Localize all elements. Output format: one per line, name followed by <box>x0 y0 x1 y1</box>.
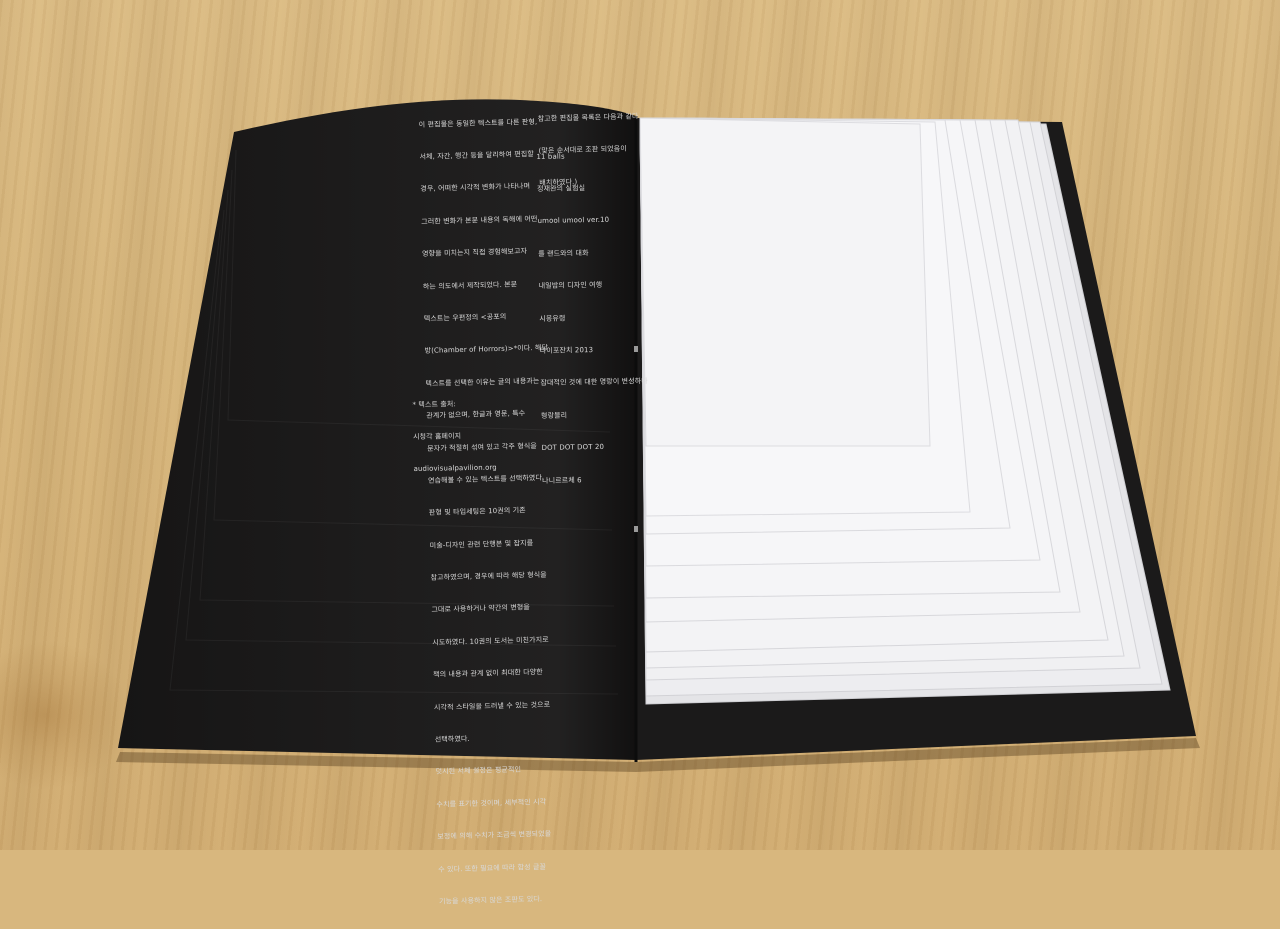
list-item: umool umool ver.10 <box>537 216 610 226</box>
photo-scene: 이 편집물은 동일한 텍스트를 다른 판형, 서체, 자간, 행간 등을 달리하… <box>0 0 1280 906</box>
list-item: 내일밤의 디자인 여행 <box>538 281 603 291</box>
list-item: 타이포잔치 2013 <box>539 345 594 355</box>
body-line: 영향을 미치는지 직접 경험해보고자 <box>421 247 528 259</box>
source-line: * 텍스트 출처: <box>412 399 456 409</box>
body-line: 시도하였다. 10권의 도서는 미친가지로 <box>432 635 549 647</box>
body-line: 그대로 사용하거나 약간의 변형을 <box>431 603 531 615</box>
body-line: 수치를 표기한 것이며, 세부적인 시각 <box>436 797 547 809</box>
list-item: DOT DOT DOT 20 <box>541 442 605 453</box>
body-line: 기능을 사용하지 않은 조판도 있다. <box>438 894 543 906</box>
body-line: 참고하였으며, 경우에 따라 해당 형식을 <box>430 570 547 582</box>
list-item: 잡대적인 것에 대한 명랑이 변성하다 <box>540 377 648 388</box>
list-item: 시몽유령 <box>539 314 566 323</box>
list-item: 나니르르체 6 <box>542 475 582 485</box>
source-line: 시청각 홈페이지 <box>412 432 462 441</box>
body-line: 판형 및 타입세팅은 10권의 기존 <box>428 506 526 518</box>
body-line: 텍스트는 우편정의 <공포의 <box>423 312 507 323</box>
source-line: audiovisualpavilion.org <box>413 463 497 474</box>
body-line: 책의 내용과 관계 없이 최대한 다양한 <box>433 668 543 680</box>
body-line: 이 편집물은 동일한 텍스트를 다른 판형, <box>418 117 538 129</box>
right-page-list: 11 balls 정재완의 실험실 umool umool ver.10 를 랜… <box>536 128 650 508</box>
body-line: 보정에 의해 수치가 조금씩 변경되었을 <box>437 829 552 841</box>
page-stack <box>639 117 1171 705</box>
left-page-source: * 텍스트 출처: 시청각 홈페이지 audiovisualpavilion.o… <box>412 377 497 497</box>
list-item: 를 랜드와의 대화 <box>538 248 589 258</box>
body-line: 하는 의도에서 제작되었다. 본문 <box>422 280 518 291</box>
body-line: 미술-디자인 관련 단행본 및 잡지를 <box>429 538 534 550</box>
body-line: 선택하였다. <box>434 734 470 744</box>
list-item: 정재완의 실험실 <box>536 184 586 193</box>
body-line: 방(Chamber of Horrors)>*이다. 해당 <box>424 344 549 356</box>
list-item: 형랑블리 <box>540 411 568 420</box>
intro-line: 참고한 편집물 목록은 다음과 같다. <box>537 111 641 123</box>
body-line: 서체, 자간, 행간 등을 달리하여 편집할 <box>419 149 535 161</box>
body-line: 시각적 스타일을 드러낼 수 있는 것으로 <box>433 700 551 712</box>
body-line: 수 있다. 또한 필요에 따라 합성 글꼴 <box>438 862 547 874</box>
body-line: 그러한 변화가 본문 내용의 독해에 어떤 <box>421 214 538 226</box>
body-line: 경우, 어떠한 시각적 변화가 나타나며 <box>420 182 531 194</box>
list-item: 11 balls <box>536 152 565 161</box>
body-line: 덧시된 서체 설정은 평균적인 <box>435 765 522 777</box>
